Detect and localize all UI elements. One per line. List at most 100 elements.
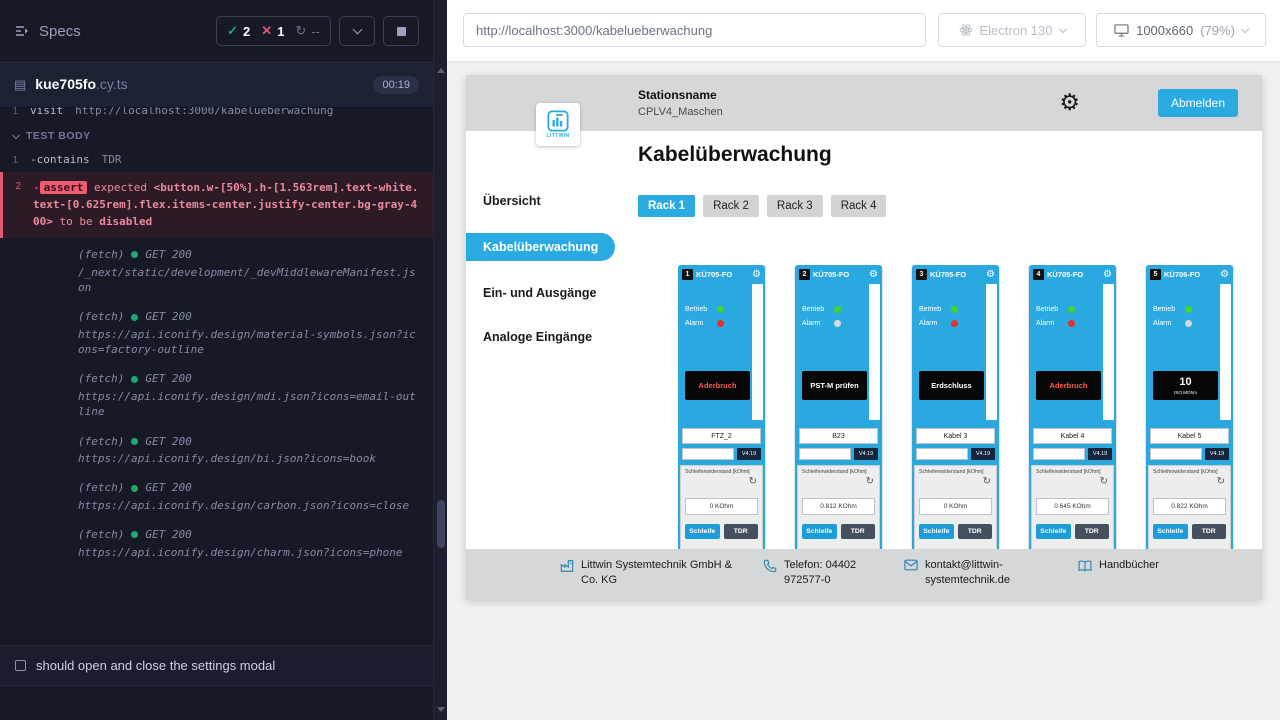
pending-stat: ↻-- <box>295 23 320 39</box>
chevron-down-icon <box>1058 24 1066 32</box>
card-side-strip <box>1103 284 1114 420</box>
schleife-button[interactable]: Schleife <box>919 524 954 539</box>
alarm-row: Alarm <box>1036 320 1075 327</box>
card-status-button[interactable]: PST-M prüfen <box>802 371 867 400</box>
refresh-icon[interactable]: ↻ <box>749 477 757 487</box>
betrieb-row: Betrieb <box>1153 306 1192 313</box>
rack-tab[interactable]: Rack 2 <box>703 195 759 217</box>
cypress-header: Specs ✓2 ✕1 ↻-- <box>0 0 433 63</box>
betrieb-row: Betrieb <box>802 306 841 313</box>
card-status-button[interactable]: Aderbruch <box>1036 371 1101 400</box>
cypress-panel: Specs ✓2 ✕1 ↻-- ▤ kue705fo.cy.ts 00:19 1… <box>0 0 433 720</box>
fetch-log-entry[interactable]: (fetch) GET 200 /_next/static/developmen… <box>0 240 433 302</box>
collapse-button[interactable] <box>339 16 375 46</box>
tdr-button[interactable]: TDR <box>958 524 993 539</box>
card-gear-icon[interactable]: ⚙ <box>869 270 878 280</box>
refresh-icon[interactable]: ↻ <box>1217 477 1225 487</box>
fetch-log-entry[interactable]: (fetch) GET 200 https://api.iconify.desi… <box>0 473 433 520</box>
tdr-button[interactable]: TDR <box>1192 524 1227 539</box>
fetch-log-entry[interactable]: (fetch) GET 200 https://api.iconify.desi… <box>0 427 433 474</box>
test-stats: ✓2 ✕1 ↻-- <box>216 16 331 46</box>
tdr-button[interactable]: TDR <box>1075 524 1110 539</box>
url-input[interactable]: http://localhost:3000/kabelueberwachung <box>463 13 926 47</box>
spec-file-icon: ▤ <box>14 77 26 93</box>
specs-list-icon <box>14 23 30 39</box>
status-dot-icon <box>131 314 138 321</box>
card-gear-icon[interactable]: ⚙ <box>986 270 995 280</box>
failed-assert-command[interactable]: 2 -assert expected <button.w-[50%].h-[1.… <box>0 172 433 238</box>
device-card: 4 KÜ705-FO ⚙ Betrieb Alarm Aderbruch Kab… <box>1029 265 1116 549</box>
version-row: V4.19 <box>1033 448 1112 460</box>
littwin-logo: LITTWIN <box>536 103 580 146</box>
footer-email[interactable]: kontakt@littwin-systemtechnik.de <box>904 558 1046 588</box>
status-dot-icon <box>131 251 138 258</box>
rack-tab[interactable]: Rack 3 <box>767 195 823 217</box>
device-card: 2 KÜ705-FO ⚙ Betrieb Alarm PST-M prüfen … <box>795 265 882 549</box>
version-row: V4.19 <box>1150 448 1229 460</box>
card-number: 5 <box>1150 269 1161 280</box>
alarm-row: Alarm <box>1153 320 1192 327</box>
section-label: TEST BODY <box>26 130 91 142</box>
sidebar-item[interactable]: Übersicht <box>466 189 622 213</box>
firmware-version: V4.19 <box>971 448 995 460</box>
fetch-label: (fetch) <box>78 371 124 386</box>
visit-command[interactable]: 1 visit http://localhost:3000/kabelueber… <box>0 107 433 121</box>
spec-file-row[interactable]: ▤ kue705fo.cy.ts 00:19 <box>0 63 433 107</box>
browser-select[interactable]: Electron 130 <box>938 13 1086 47</box>
card-gear-icon[interactable]: ⚙ <box>1103 270 1112 280</box>
betrieb-label: Betrieb <box>919 306 946 313</box>
betrieb-led <box>951 306 958 313</box>
scroll-up-icon[interactable] <box>437 68 445 73</box>
refresh-icon[interactable]: ↻ <box>1100 477 1108 487</box>
card-gear-icon[interactable]: ⚙ <box>752 270 761 280</box>
stop-button[interactable] <box>383 16 419 46</box>
card-status-button[interactable]: Erdschluss <box>919 371 984 400</box>
refresh-icon[interactable]: ↻ <box>983 477 991 487</box>
fetch-log-entry[interactable]: (fetch) GET 200 https://api.iconify.desi… <box>0 520 433 567</box>
card-gear-icon[interactable]: ⚙ <box>1220 270 1229 280</box>
device-card: 3 KÜ705-FO ⚙ Betrieb Alarm Erdschluss Ka… <box>912 265 999 549</box>
card-status-text: Aderbruch <box>699 381 737 390</box>
scroll-down-icon[interactable] <box>437 707 445 712</box>
viewport-select[interactable]: 1000x660 (79%) <box>1096 13 1266 47</box>
fetch-log-entry[interactable]: (fetch) GET 200 https://api.iconify.desi… <box>0 302 433 364</box>
sidebar-item[interactable]: Analoge Eingänge <box>466 325 622 349</box>
sidebar-item[interactable]: Kabelüberwachung <box>466 233 615 261</box>
scrollbar-thumb[interactable] <box>437 500 445 548</box>
browser-name: Electron 130 <box>980 23 1053 38</box>
card-model: KÜ705-FO <box>930 270 966 279</box>
card-side-strip <box>986 284 997 420</box>
cable-label: Kabel 3 <box>916 428 995 444</box>
card-status-button[interactable]: Aderbruch <box>685 371 750 400</box>
logo-text: LITTWIN <box>546 133 569 139</box>
fetch-log-entry[interactable]: (fetch) GET 200 https://api.iconify.desi… <box>0 364 433 426</box>
card-status-text: PST-M prüfen <box>810 381 858 390</box>
tdr-button[interactable]: TDR <box>724 524 759 539</box>
refresh-icon[interactable]: ↻ <box>866 477 874 487</box>
sidebar-item[interactable]: Ein- und Ausgänge <box>466 281 622 305</box>
footer-manuals[interactable]: Handbücher <box>1078 558 1228 573</box>
specs-label: Specs <box>39 23 81 40</box>
tdr-button[interactable]: TDR <box>841 524 876 539</box>
assert-state: disabled <box>99 215 152 228</box>
next-test-row[interactable]: should open and close the settings modal <box>0 645 433 686</box>
card-status-button[interactable]: 10 ISO MOhm <box>1153 371 1218 400</box>
logout-button[interactable]: Abmelden <box>1158 89 1238 117</box>
resistance-value: 0.645 KOhm <box>1036 498 1109 515</box>
cypress-scrollbar[interactable] <box>433 0 447 720</box>
rack-tab[interactable]: Rack 4 <box>831 195 887 217</box>
fetch-label: (fetch) <box>78 247 124 262</box>
rack-tab[interactable]: Rack 1 <box>638 195 695 217</box>
schleife-button[interactable]: Schleife <box>802 524 837 539</box>
card-model: KÜ706-FO <box>1164 270 1200 279</box>
schleife-button[interactable]: Schleife <box>1153 524 1188 539</box>
test-body-section[interactable]: TEST BODY <box>0 121 433 149</box>
assert-badge: assert <box>40 181 88 194</box>
contains-command[interactable]: 1 -contains TDR <box>0 149 433 170</box>
cable-label: FTZ_2 <box>682 428 761 444</box>
settings-gear-icon[interactable]: ⚙ <box>1059 91 1080 114</box>
schleife-button[interactable]: Schleife <box>685 524 720 539</box>
passed-stat: ✓2 <box>227 23 250 39</box>
specs-menu[interactable]: Specs <box>14 23 81 40</box>
schleife-button[interactable]: Schleife <box>1036 524 1071 539</box>
